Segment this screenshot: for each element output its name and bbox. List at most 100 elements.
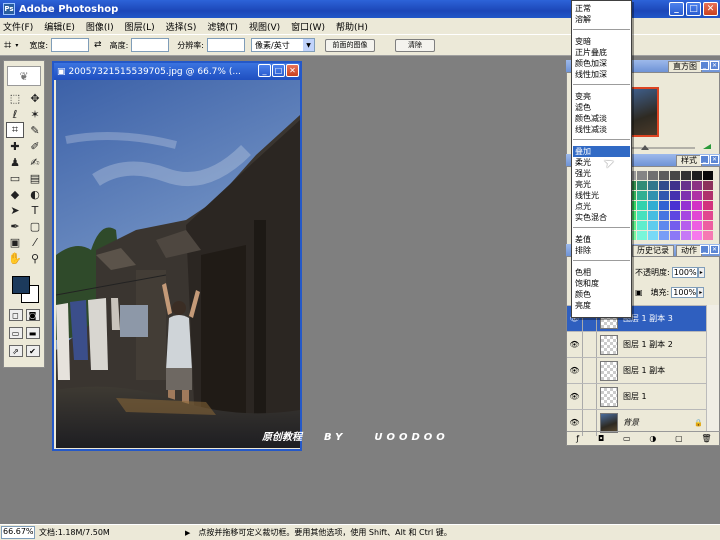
close-button[interactable]: ✕ [703,2,718,16]
delete-layer-icon[interactable]: 🗑 [701,434,711,443]
color-swatch[interactable] [648,201,658,210]
fill-input[interactable]: 100% [671,287,698,298]
gradient-tool-icon[interactable]: ▤ [26,170,44,186]
color-swatch[interactable] [659,211,669,220]
blend-mode-item[interactable]: 正片叠底 [573,47,630,58]
color-swatch[interactable] [637,191,647,200]
blend-mode-item[interactable]: 差值 [573,234,630,245]
color-swatch[interactable] [648,221,658,230]
photo-canvas[interactable] [56,80,300,448]
panel-close-icon[interactable]: ✕ [710,61,719,70]
color-swatch[interactable] [648,171,658,180]
blend-mode-item[interactable]: 线性减淡 [573,124,630,135]
fill-arrow-icon[interactable]: ▸ [697,287,705,298]
color-swatch[interactable] [681,221,691,230]
color-swatch[interactable] [659,201,669,210]
notes-tool-icon[interactable]: ▣ [6,234,24,250]
blend-mode-item[interactable]: 点光 [573,201,630,212]
slice-tool-icon[interactable]: ✎ [26,122,44,138]
layer-row[interactable]: 👁 图层 1 副本 2 [567,331,707,358]
color-swatch[interactable] [637,201,647,210]
eraser-tool-icon[interactable]: ▭ [6,170,24,186]
tab-styles[interactable]: 样式 [676,154,702,166]
maximize-button[interactable]: □ [686,2,701,16]
blend-mode-item[interactable]: 颜色加深 [573,58,630,69]
doc-minimize-button[interactable]: _ [258,64,271,77]
color-swatch[interactable] [670,211,680,220]
color-swatch[interactable] [692,211,702,220]
link-slot[interactable] [583,357,597,384]
document-title-bar[interactable]: ▣ 20057321515539705.jpg @ 66.7% (... _ □… [54,63,300,80]
move-tool-icon[interactable]: ✥ [26,90,44,106]
quick-mask-mode-icon[interactable]: ◙ [25,309,40,321]
color-swatch[interactable] [659,231,669,240]
color-swatch[interactable] [703,211,713,220]
color-swatch[interactable] [648,211,658,220]
color-swatch[interactable] [703,221,713,230]
menu-layer[interactable]: 图层(L) [125,20,155,33]
brush-tool-icon[interactable]: ✐ [26,138,44,154]
doc-close-button[interactable]: ✕ [286,64,299,77]
foreground-color-swatch[interactable] [12,276,30,294]
link-slot[interactable] [583,383,597,410]
layer-style-icon[interactable]: ƒ [576,434,579,443]
color-swatch[interactable] [703,191,713,200]
blur-tool-icon[interactable]: ◆ [6,186,24,202]
tab-actions[interactable]: 动作 [676,244,702,256]
menu-filter[interactable]: 滤镜(T) [207,20,238,33]
color-swatch[interactable] [692,181,702,190]
preset-dropdown-arrow-icon[interactable]: ▾ [15,42,18,49]
add-mask-icon[interactable]: ◘ [598,434,604,443]
menu-view[interactable]: 视图(V) [249,20,280,33]
standard-mode-icon[interactable]: ◻ [8,309,23,321]
color-swatch[interactable] [681,191,691,200]
menu-file[interactable]: 文件(F) [3,20,33,33]
link-slot[interactable] [583,331,597,358]
visibility-eye-icon[interactable]: 👁 [567,357,583,384]
adjustment-layer-icon[interactable]: ◑ [649,434,656,443]
front-image-button[interactable]: 前面的图像 [325,38,375,52]
color-swatch[interactable] [703,201,713,210]
panel-minimize-icon[interactable]: _ [700,155,709,164]
pen-tool-icon[interactable]: ✒ [6,218,24,234]
color-swatch[interactable] [670,231,680,240]
color-swatch[interactable] [670,191,680,200]
type-tool-icon[interactable]: T [26,202,44,218]
color-swatch[interactable] [659,221,669,230]
color-swatch[interactable] [681,211,691,220]
status-menu-arrow-icon[interactable]: ▶ [185,529,190,537]
menu-help[interactable]: 帮助(H) [336,20,368,33]
color-swatch[interactable] [648,191,658,200]
adobe-feather-icon[interactable]: ❦ [7,66,41,86]
visibility-eye-icon[interactable]: 👁 [567,331,583,358]
color-swatch[interactable] [692,231,702,240]
blend-mode-item[interactable]: 饱和度 [573,278,630,289]
menu-select[interactable]: 选择(S) [166,20,197,33]
new-set-icon[interactable]: ▭ [623,434,631,443]
hand-tool-icon[interactable]: ✋ [6,250,24,266]
blend-mode-item[interactable]: 变亮 [573,91,630,102]
color-swatch[interactable] [703,171,713,180]
blend-mode-item[interactable]: 线性光 [573,190,630,201]
color-swatch[interactable] [692,191,702,200]
color-swatch[interactable] [703,181,713,190]
swap-dimensions-icon[interactable]: ⇄ [94,40,102,50]
blend-mode-item[interactable]: 颜色减淡 [573,113,630,124]
layers-scrollbar[interactable] [706,305,719,431]
zoom-field[interactable]: 66.67% [1,526,35,539]
doc-maximize-button[interactable]: □ [272,64,285,77]
layer-row[interactable]: 👁 图层 1 副本 [567,357,707,384]
screen-mode-standard-icon[interactable]: ▭ [8,327,23,339]
eyedropper-tool-icon[interactable]: ⁄ [26,234,44,250]
color-swatch[interactable] [681,231,691,240]
color-swatch[interactable] [637,171,647,180]
visibility-eye-icon[interactable]: 👁 [567,383,583,410]
healing-brush-tool-icon[interactable]: ✚ [6,138,24,154]
color-swatch[interactable] [648,181,658,190]
color-swatch[interactable] [659,191,669,200]
blend-mode-item[interactable]: 线性加深 [573,69,630,80]
magic-wand-tool-icon[interactable]: ✶ [26,106,44,122]
panel-minimize-icon[interactable]: _ [700,61,709,70]
color-swatch[interactable] [659,171,669,180]
color-swatch[interactable] [681,171,691,180]
